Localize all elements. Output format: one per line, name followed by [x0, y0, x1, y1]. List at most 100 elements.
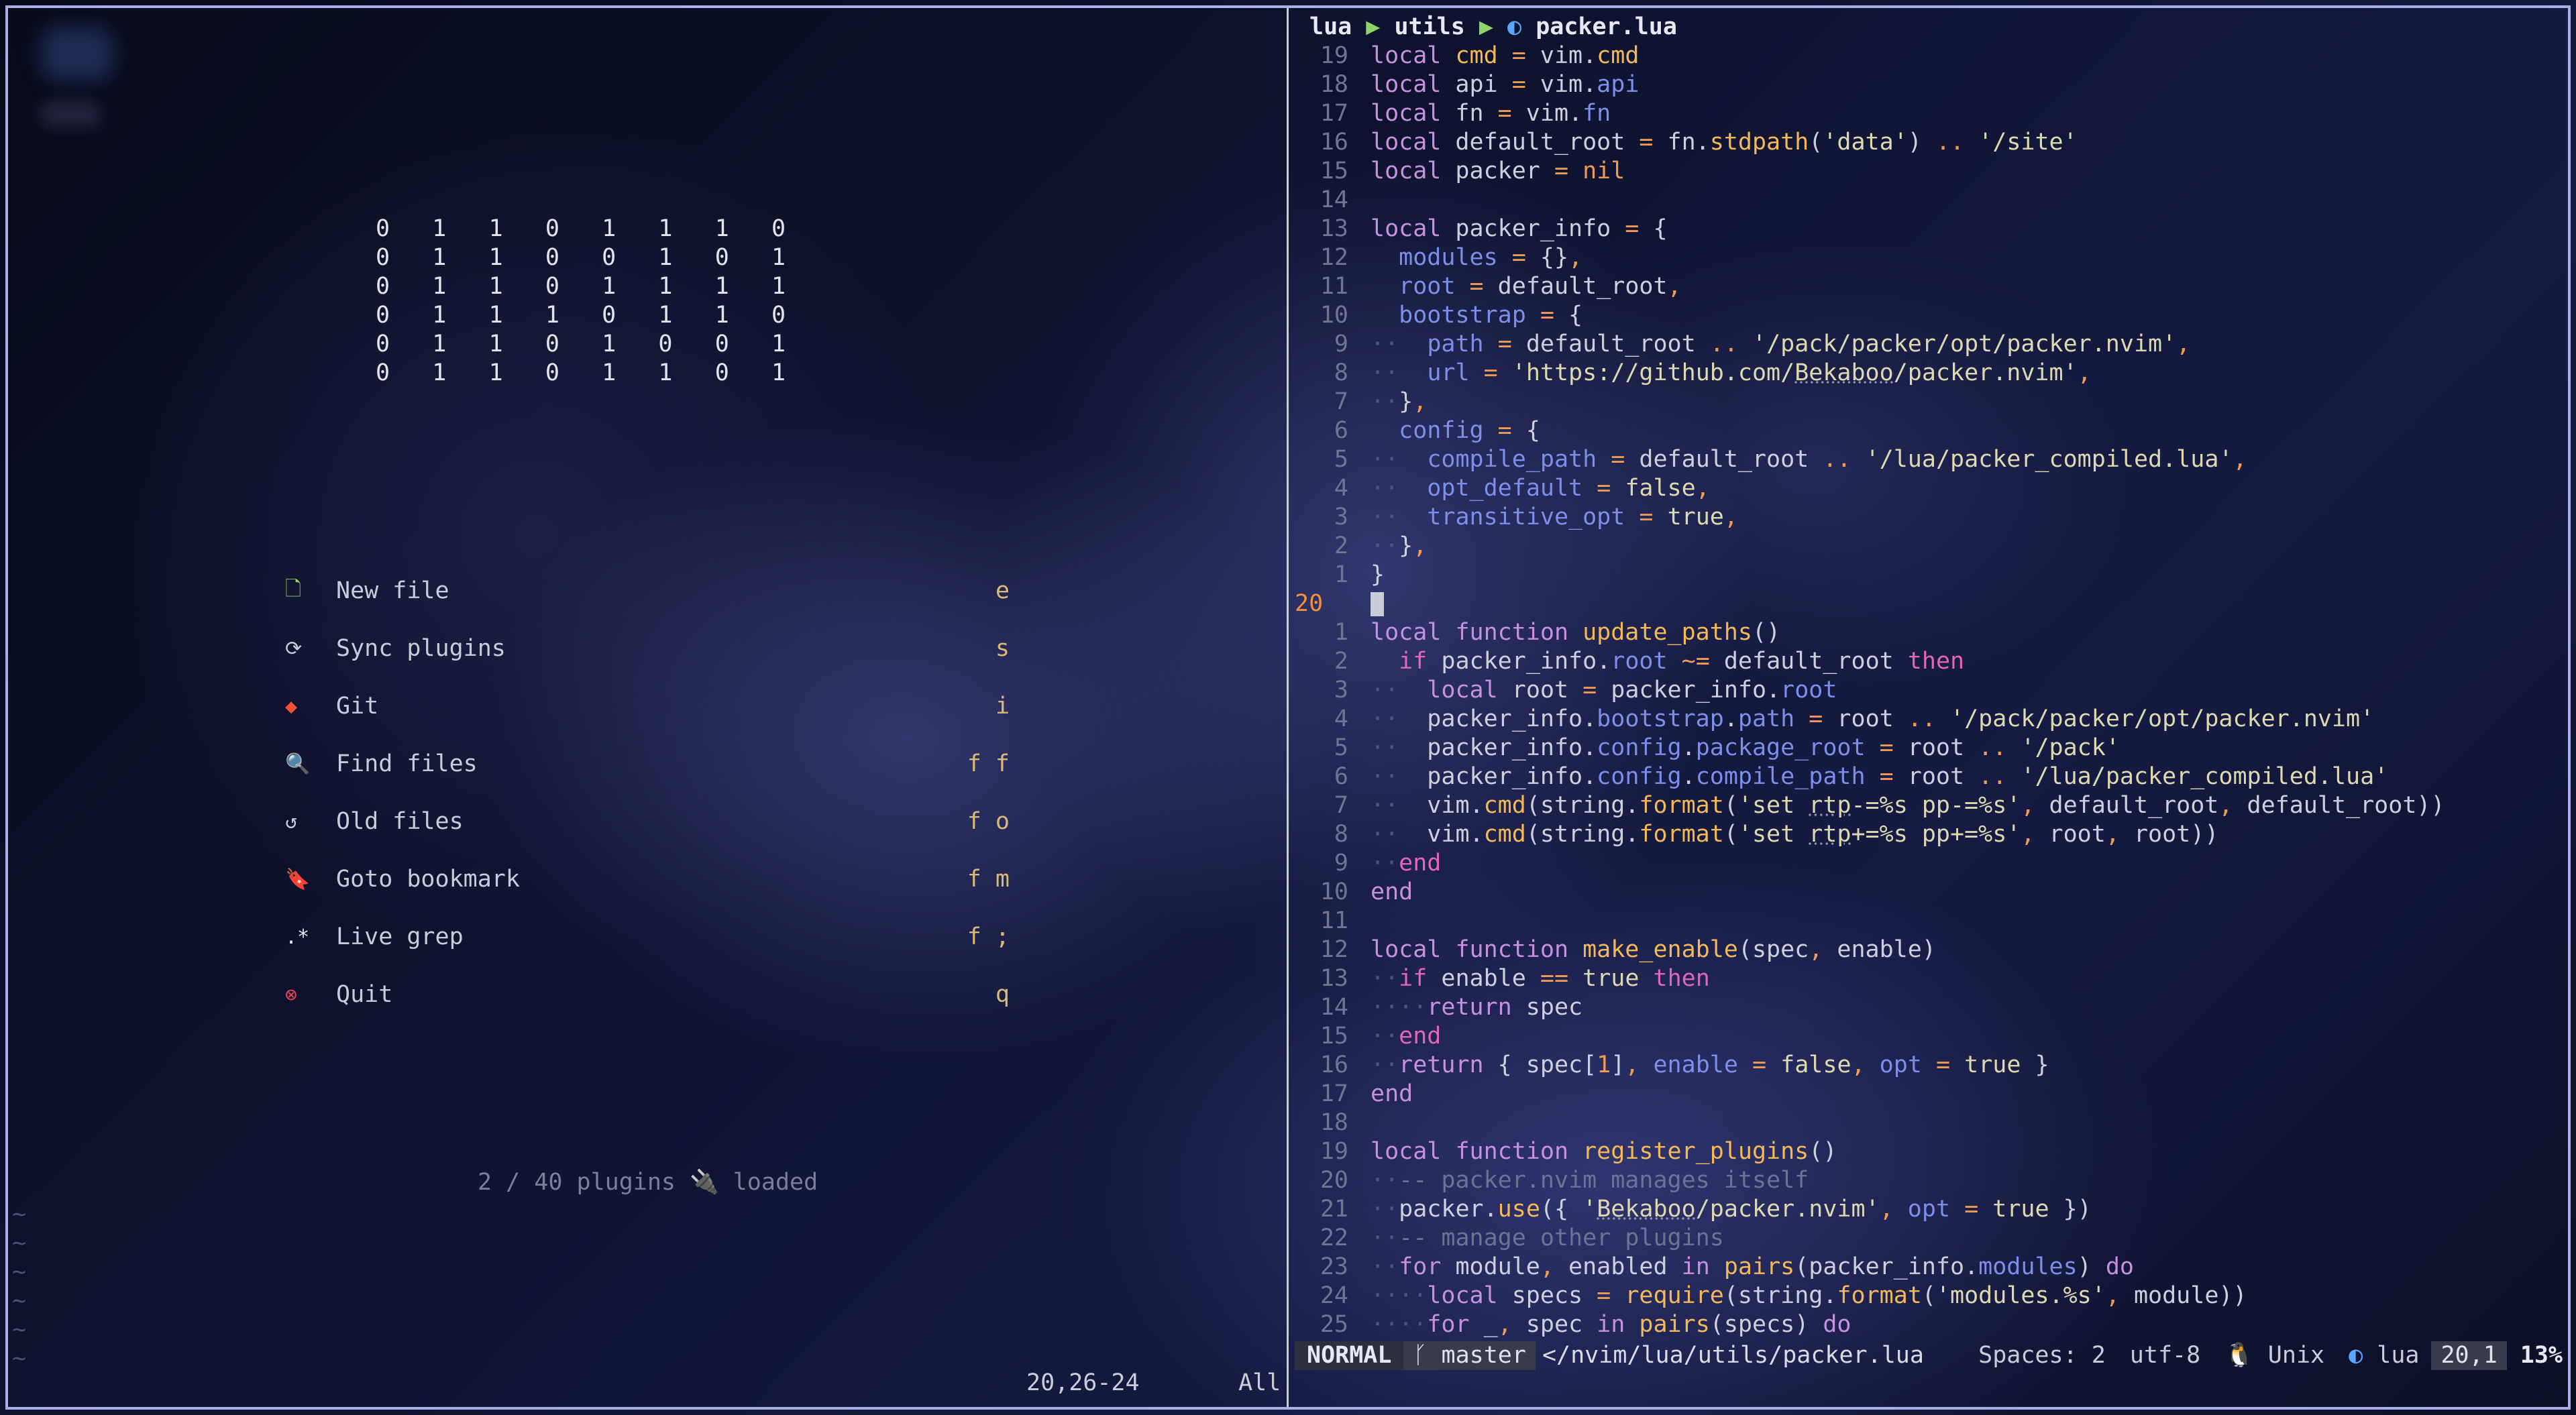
line-text: ··},	[1371, 388, 1428, 415]
ascii-header-row: 0 1 1 0 1 1 0 1	[376, 359, 786, 386]
dashboard-item-git[interactable]: ◆ Git i	[285, 677, 1010, 735]
code-line[interactable]: 16 ··return { spec[1], enable = false, op…	[1295, 1051, 2563, 1080]
find-files-icon: 🔍	[285, 752, 311, 776]
code-line[interactable]: 11 root = default_root,	[1295, 272, 2563, 301]
dashboard-item-sync-plugins[interactable]: ⟳ Sync plugins s	[285, 620, 1010, 677]
code-line[interactable]: 18 local api = vim.api	[1295, 70, 2563, 99]
line-number: 17	[1320, 100, 1348, 127]
line-number: 7	[1334, 388, 1348, 415]
dashboard-item-goto-bookmark[interactable]: 🔖 Goto bookmark f m	[285, 850, 1010, 908]
code-line[interactable]: 25 ····for _, spec in pairs(specs) do	[1295, 1310, 2563, 1339]
code-line[interactable]: 23 ··for module, enabled in pairs(packer_…	[1295, 1253, 2563, 1282]
code-line[interactable]: 11	[1295, 907, 2563, 936]
line-number: 13	[1320, 215, 1348, 242]
dashboard-item-shortcut: f ;	[967, 923, 1010, 950]
code-line[interactable]: 10 bootstrap = {	[1295, 301, 2563, 330]
line-text: ·· transitive_opt = true,	[1371, 504, 1738, 530]
dashboard-item-label: New file	[336, 577, 449, 604]
line-text: root = default_root,	[1399, 273, 1682, 300]
dashboard-item-new-file[interactable]: 🗋 New file e	[285, 562, 1010, 620]
dashboard-item-find-files[interactable]: 🔍 Find files f f	[285, 735, 1010, 793]
code-line[interactable]: 15 ··end	[1295, 1022, 2563, 1051]
code-line[interactable]: 7 ··},	[1295, 388, 2563, 416]
code-line[interactable]: 13 ··if enable == true then	[1295, 964, 2563, 993]
dashboard-item-label: Old files	[336, 808, 464, 835]
dashboard-item-quit[interactable]: ⊗ Quit q	[285, 966, 1010, 1023]
code-line[interactable]: 19 local function register_plugins()	[1295, 1137, 2563, 1166]
line-text: ··return { spec[1], enable = false, opt …	[1371, 1052, 2049, 1078]
code-editor[interactable]: 19 local cmd = vim.cmd 18 local api = vim.a…	[1295, 42, 2563, 1339]
line-text: ·· compile_path = default_root .. '/lua/…	[1371, 446, 2247, 473]
history-icon: ↺	[285, 809, 298, 834]
dashboard-item-old-files[interactable]: ↺ Old files f o	[285, 793, 1010, 850]
code-line[interactable]: 3 ·· transitive_opt = true,	[1295, 503, 2563, 532]
line-text: ····return spec	[1371, 994, 1583, 1021]
code-line[interactable]: 3 ·· local root = packer_info.root	[1295, 676, 2563, 705]
code-line[interactable]: 1}	[1295, 561, 2563, 589]
line-number: 3	[1334, 677, 1348, 703]
code-line[interactable]: 9 ··end	[1295, 849, 2563, 878]
code-line[interactable]: 1 local function update_paths()	[1295, 618, 2563, 647]
git-branch-label: master	[1427, 1342, 1526, 1369]
code-line[interactable]: 21 ··packer.use({ 'Bekaboo/packer.nvim', …	[1295, 1195, 2563, 1224]
code-line[interactable]: 14	[1295, 186, 2563, 215]
code-line[interactable]: 17 end	[1295, 1080, 2563, 1109]
code-line[interactable]: 18	[1295, 1109, 2563, 1137]
line-number: 10	[1320, 302, 1348, 329]
code-line[interactable]: 5 ·· packer_info.config.package_root = ro…	[1295, 734, 2563, 762]
line-number: 19	[1320, 1138, 1348, 1165]
code-line[interactable]: 9 ·· path = default_root .. '/pack/packer…	[1295, 330, 2563, 359]
code-line[interactable]: 2 if packer_info.root ~= default_root th…	[1295, 647, 2563, 676]
line-number: 20	[1320, 1167, 1348, 1194]
dashboard-item-live-grep[interactable]: .* Live grep f ;	[285, 908, 1010, 966]
line-number: 6	[1334, 417, 1348, 444]
code-line[interactable]: 24 ····local specs = require(string.forma…	[1295, 1282, 2563, 1310]
dashboard-item-label: Goto bookmark	[336, 866, 520, 893]
file-format: 🐧 Unix	[2224, 1342, 2325, 1369]
code-line[interactable]: 17 local fn = vim.fn	[1295, 99, 2563, 128]
code-line[interactable]: 6 ·· packer_info.config.compile_path = ro…	[1295, 762, 2563, 791]
dashboard-item-shortcut: e	[995, 577, 1010, 604]
code-line[interactable]: 20 ··-- packer.nvim manages itself	[1295, 1166, 2563, 1195]
line-number: 7	[1334, 792, 1348, 819]
line-number: 1	[1334, 619, 1348, 646]
breadcrumb-dir-utils[interactable]: utils	[1394, 13, 1464, 40]
empty-line-tildes: ~ ~ ~ ~ ~ ~	[12, 1201, 27, 1372]
code-line[interactable]: 2 ··},	[1295, 532, 2563, 561]
code-line[interactable]: 8 ·· url = 'https://github.com/Bekaboo/pa…	[1295, 359, 2563, 388]
code-line[interactable]: 19 local cmd = vim.cmd	[1295, 42, 2563, 70]
code-line[interactable]: 20	[1295, 589, 2563, 618]
plugins-loaded-text: 2 / 40 plugins 🔌 loaded	[478, 1169, 818, 1196]
code-line[interactable]: 22 ··-- manage other plugins	[1295, 1224, 2563, 1253]
breadcrumb-dir-lua[interactable]: lua	[1309, 13, 1352, 40]
code-line[interactable]: 12 local function make_enable(spec, enabl…	[1295, 936, 2563, 964]
line-text: ····for _, spec in pairs(specs) do	[1371, 1311, 1851, 1338]
line-number: 23	[1320, 1253, 1348, 1280]
line-text: ··for module, enabled in pairs(packer_in…	[1371, 1253, 2134, 1280]
code-line[interactable]: 14 ····return spec	[1295, 993, 2563, 1022]
breadcrumb-file[interactable]: packer.lua	[1536, 13, 1677, 40]
code-line[interactable]: 12 modules = {},	[1295, 243, 2563, 272]
new-file-icon: 🗋	[285, 577, 302, 601]
git-branch[interactable]: ᚴ master	[1403, 1341, 1536, 1370]
line-text: local packer = nil	[1371, 158, 1625, 184]
code-line[interactable]: 13 local packer_info = {	[1295, 215, 2563, 243]
dashboard-item-shortcut: q	[995, 981, 1010, 1008]
split-divider[interactable]	[1287, 8, 1289, 1407]
code-line[interactable]: 8 ·· vim.cmd(string.format('set rtp+=%s p…	[1295, 820, 2563, 849]
line-text: if packer_info.root ~= default_root then	[1399, 648, 1965, 675]
dashboard-item-label: Git	[336, 693, 379, 720]
code-line[interactable]: 4 ·· packer_info.bootstrap.path = root ..…	[1295, 705, 2563, 734]
winbar-breadcrumb: lua ▶ utils ▶ ◐ packer.lua	[1309, 13, 1677, 40]
code-line[interactable]: 7 ·· vim.cmd(string.format('set rtp-=%s p…	[1295, 791, 2563, 820]
line-text: ·· packer_info.bootstrap.path = root .. …	[1371, 705, 2375, 732]
code-line[interactable]: 16 local default_root = fn.stdpath('data'…	[1295, 128, 2563, 157]
code-line[interactable]: 5 ·· compile_path = default_root .. '/lua…	[1295, 445, 2563, 474]
line-number: 18	[1320, 1109, 1348, 1136]
code-line[interactable]: 4 ·· opt_default = false,	[1295, 474, 2563, 503]
code-line[interactable]: 10 end	[1295, 878, 2563, 907]
line-text: bootstrap = {	[1399, 302, 1583, 329]
code-line[interactable]: 6 config = {	[1295, 416, 2563, 445]
code-line[interactable]: 15 local packer = nil	[1295, 157, 2563, 186]
dashboard-item-label: Sync plugins	[336, 635, 506, 662]
